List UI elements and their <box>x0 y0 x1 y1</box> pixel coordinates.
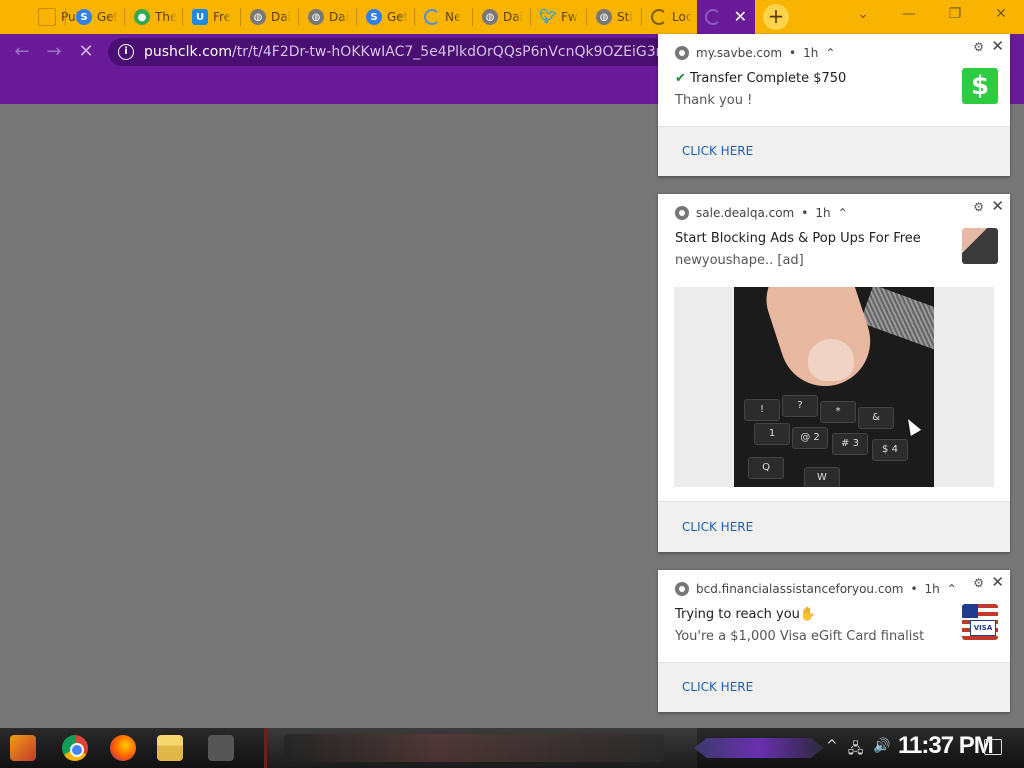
twitter-icon: 🐦︎ <box>539 9 557 25</box>
shield-icon: U <box>192 9 208 25</box>
globe-icon: ◍ <box>308 9 324 25</box>
notification-age: 1h <box>815 206 831 220</box>
notification-age: 1h <box>924 582 940 596</box>
chrome-icon <box>675 46 689 60</box>
click-here-button[interactable]: CLICK HERE <box>682 520 753 534</box>
browser-tab[interactable]: ◍ Dai <box>240 0 297 34</box>
notification-header: bcd.financialassistanceforyou.com • 1h ⌃ <box>675 582 957 596</box>
globe-icon: ◍ <box>482 9 498 25</box>
browser-tab[interactable]: ◍ Dai <box>298 0 355 34</box>
gear-icon[interactable]: ⚙ <box>973 576 984 590</box>
notification-header: sale.dealqa.com • 1h ⌃ <box>675 206 848 220</box>
notification-age: 1h <box>803 46 819 60</box>
notification-source: my.savbe.com <box>696 46 783 60</box>
close-icon[interactable]: ✕ <box>991 573 1004 591</box>
taskbar: ^ 🖧 🔊 11:37 PM <box>0 728 1024 768</box>
s-logo-icon: S <box>366 9 382 25</box>
tab-search-chevron-icon[interactable]: ⌄ <box>851 6 875 26</box>
window-close-button[interactable]: ✕ <box>989 6 1013 26</box>
dollar-icon: $ <box>962 68 998 104</box>
url-text[interactable]: pushclk.com/tr/t/4F2Dr-tw-hOKKwIAC7_5e4P… <box>144 44 665 60</box>
back-arrow-icon[interactable]: ← <box>12 42 32 62</box>
start-button[interactable] <box>10 735 36 761</box>
browser-tab[interactable]: S Get <box>356 0 413 34</box>
browser-tab[interactable]: S Get <box>66 0 123 34</box>
notification-card[interactable]: my.savbe.com • 1h ⌃ ⚙ ✕ ✔ Transfer Compl… <box>658 34 1010 176</box>
forward-arrow-icon[interactable]: → <box>44 42 64 62</box>
notification-body: You're a $1,000 Visa eGift Card finalist <box>675 629 925 644</box>
site-info-icon[interactable]: i <box>118 44 134 60</box>
notification-header: my.savbe.com • 1h ⌃ <box>675 46 835 60</box>
file-explorer-icon[interactable] <box>157 735 183 761</box>
network-icon[interactable]: 🖧 <box>848 738 864 762</box>
chrome-icon <box>675 582 689 596</box>
finger-thumbnail <box>962 228 998 264</box>
gear-icon[interactable]: ⚙ <box>973 200 984 214</box>
keyboard-finger-photo: ! ? * & 1 @ 2 # 3 $ 4 Q W <box>734 287 934 487</box>
system-tray: ^ 🖧 🔊 <box>826 738 891 762</box>
click-here-button[interactable]: CLICK HERE <box>682 144 753 158</box>
browser-tab[interactable]: U Fre <box>182 0 239 34</box>
browser-tab[interactable]: 🐦︎ Fw <box>530 0 587 34</box>
browser-tab[interactable]: ◍ Dai <box>472 0 529 34</box>
notification-action-bar: CLICK HERE <box>658 662 1010 712</box>
action-center-icon[interactable] <box>984 739 1002 755</box>
page-icon <box>38 8 56 26</box>
s-logo-icon: S <box>76 9 92 25</box>
chevron-up-icon[interactable]: ⌃ <box>825 46 835 60</box>
taskbar-clock[interactable]: 11:37 PM <box>898 732 994 760</box>
close-icon[interactable]: ✕ <box>991 37 1004 55</box>
tray-overflow-icon[interactable]: ^ <box>826 738 838 762</box>
click-here-button[interactable]: CLICK HERE <box>682 680 753 694</box>
notification-card[interactable]: sale.dealqa.com • 1h ⌃ ⚙ ✕ Start Blockin… <box>658 194 1010 552</box>
taskbar-decoration <box>694 738 824 758</box>
stop-loading-icon[interactable]: ✕ <box>76 42 96 62</box>
check-icon: ✔ <box>675 71 686 86</box>
chevron-up-icon[interactable]: ⌃ <box>838 206 848 220</box>
notification-title: Start Blocking Ads & Pop Ups For Free <box>675 231 921 246</box>
notification-source: sale.dealqa.com <box>696 206 795 220</box>
app-taskbar-icon[interactable] <box>208 735 234 761</box>
notification-body: newyoushape.. [ad] <box>675 253 804 268</box>
close-icon[interactable]: ✕ <box>991 197 1004 215</box>
firefox-taskbar-icon[interactable] <box>110 735 136 761</box>
map-pin-icon: ● <box>134 9 150 25</box>
gear-icon[interactable]: ⚙ <box>973 40 984 54</box>
browser-tab[interactable]: ● The <box>124 0 181 34</box>
minimize-button[interactable]: — <box>897 6 921 26</box>
globe-icon: ◍ <box>250 9 266 25</box>
volume-icon[interactable]: 🔊 <box>873 738 890 762</box>
loading-icon <box>651 9 667 25</box>
notification-source: bcd.financialassistanceforyou.com <box>696 582 904 596</box>
restore-button[interactable]: ❐ <box>943 6 967 26</box>
notification-title: ✔ Transfer Complete $750 <box>675 71 847 86</box>
globe-icon: ◍ <box>596 9 612 25</box>
visa-flag-thumbnail: VISA <box>962 604 998 640</box>
notification-title: Trying to reach you✋ <box>675 607 817 622</box>
loading-icon <box>705 9 721 25</box>
browser-tab[interactable]: Loc <box>641 0 698 34</box>
browser-tab[interactable]: Ne <box>414 0 471 34</box>
active-tab[interactable]: ✕ <box>697 0 755 34</box>
chevron-up-icon[interactable]: ⌃ <box>947 582 957 596</box>
notification-card[interactable]: bcd.financialassistanceforyou.com • 1h ⌃… <box>658 570 1010 712</box>
tab-strip: Pub S Get ● The U Fre ◍ Dai ◍ Dai S Get … <box>0 0 1024 34</box>
notification-action-bar: CLICK HERE <box>658 126 1010 176</box>
chrome-taskbar-icon[interactable] <box>62 735 88 761</box>
browser-tab[interactable]: ◍ Sti <box>586 0 643 34</box>
close-tab-icon[interactable]: ✕ <box>734 9 747 25</box>
address-bar[interactable]: i pushclk.com/tr/t/4F2Dr-tw-hOKKwIAC7_5e… <box>108 38 668 66</box>
notification-action-bar: CLICK HERE <box>658 501 1010 552</box>
taskbar-thumbnail <box>284 734 664 762</box>
notification-body: Thank you ! <box>675 93 753 108</box>
chrome-icon <box>675 206 689 220</box>
notification-image[interactable]: ! ? * & 1 @ 2 # 3 $ 4 Q W <box>674 287 994 487</box>
new-tab-button[interactable]: + <box>763 4 789 30</box>
loading-icon <box>424 9 440 25</box>
